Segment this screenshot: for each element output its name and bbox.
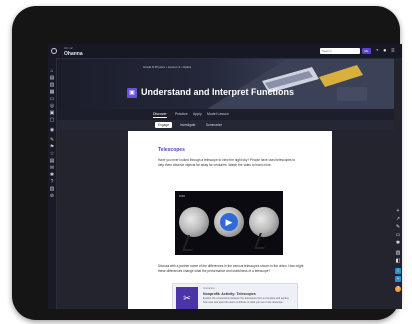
- tablet-frame: CK-12 Ohanna Search ML ◔ ● ≡ ⌂ ▤ ▥ ▦ ▭ ◎…: [12, 6, 402, 320]
- calendar-icon[interactable]: ▤: [49, 158, 55, 164]
- left-rail: ⌂ ▤ ▥ ▦ ▭ ◎ ▣ ▢ ◉ ✎ ⚑ ☆ ▤ ✉ ✱ ? ▥ ⊘: [48, 58, 57, 309]
- lesson-tabs: Discover Practice Apply Model Lesson: [57, 109, 394, 120]
- tools-icon[interactable]: ✱: [395, 240, 401, 246]
- page-title: Understand and Interpret Functions: [141, 87, 295, 97]
- intro-paragraph: Have you ever looked through a telescope…: [158, 158, 296, 167]
- card-description: Explore the connections between the tele…: [203, 297, 290, 304]
- tab-investigate[interactable]: Investigate: [177, 122, 198, 128]
- right-rail: + ↗ ✎ ▭ ✱ ▥ ◧ i ▪ ?: [394, 58, 402, 309]
- pencil-icon[interactable]: ✎: [49, 137, 55, 143]
- chart-icon[interactable]: ▦: [49, 89, 55, 95]
- highlight-icon[interactable]: ✎: [395, 224, 401, 230]
- share-icon[interactable]: ◧: [395, 258, 401, 264]
- logo-icon[interactable]: [51, 48, 57, 54]
- lesson-document: Telescopes Have you ever looked through …: [128, 131, 332, 309]
- hero-banner: Grade 8 Physics • Lesson 3 • Optics ▣ Un…: [57, 59, 394, 109]
- tab-practice[interactable]: Practice: [175, 111, 188, 117]
- breadcrumb[interactable]: Grade 8 Physics • Lesson 3 • Optics: [143, 65, 191, 69]
- star-icon[interactable]: ☆: [49, 151, 55, 157]
- grid-icon[interactable]: ▣: [49, 110, 55, 116]
- content-tabs: Engage Investigate Summarize: [57, 120, 394, 130]
- link-icon[interactable]: ⊘: [49, 193, 55, 199]
- video-time: 0:00: [179, 194, 185, 198]
- clipboard-icon[interactable]: ▢: [49, 117, 55, 123]
- folder-icon[interactable]: ▭: [49, 96, 55, 102]
- user-icon[interactable]: ●: [383, 47, 387, 55]
- users-icon[interactable]: ◎: [49, 103, 55, 109]
- telescope-1: [182, 235, 198, 251]
- tab-summarize[interactable]: Summarize: [203, 122, 225, 128]
- flag-icon[interactable]: ⚑: [49, 144, 55, 150]
- tab-model-lesson[interactable]: Model Lesson: [207, 111, 229, 117]
- help-bubble-icon[interactable]: ?: [395, 286, 401, 292]
- app-screen: CK-12 Ohanna Search ML ◔ ● ≡ ⌂ ▤ ▥ ▦ ▭ ◎…: [48, 44, 402, 309]
- brand-name: Ohanna: [64, 51, 83, 57]
- card-kicker: Interactive: [203, 287, 215, 290]
- menu-icon[interactable]: ≡: [391, 47, 395, 55]
- message-icon[interactable]: ✉: [49, 165, 55, 171]
- bookmark-icon-right[interactable]: ▥: [395, 250, 401, 256]
- search-input[interactable]: Search: [320, 48, 360, 54]
- info-icon[interactable]: i: [395, 268, 401, 274]
- brand[interactable]: CK-12 Ohanna: [64, 45, 83, 57]
- bell-icon[interactable]: ◔: [375, 47, 379, 55]
- top-bar: CK-12 Ohanna Search ML ◔ ● ≡: [48, 44, 402, 59]
- scissors-icon: ✂: [176, 287, 198, 309]
- section-heading: Telescopes: [158, 147, 185, 153]
- chat-icon[interactable]: ▪: [395, 276, 401, 282]
- help-icon[interactable]: ?: [49, 179, 55, 185]
- moon-image-1: [179, 207, 209, 237]
- user-badge[interactable]: ML: [362, 48, 371, 54]
- tab-discover[interactable]: Discover: [153, 111, 167, 118]
- satellite-illustration: [207, 59, 394, 109]
- settings-icon[interactable]: ✱: [49, 172, 55, 178]
- book-icon[interactable]: ▤: [49, 75, 55, 81]
- activity-card[interactable]: ✂ Interactive Nonprofit: Activity: Teles…: [172, 283, 298, 309]
- tab-engage[interactable]: Engage: [155, 122, 172, 128]
- print-icon[interactable]: ▥: [49, 186, 55, 192]
- card-title[interactable]: Nonprofit: Activity: Telescopes: [203, 292, 256, 296]
- home-icon[interactable]: ⌂: [49, 68, 55, 74]
- pin-icon[interactable]: ↗: [395, 216, 401, 222]
- globe-icon[interactable]: ◉: [49, 127, 55, 133]
- play-icon[interactable]: ▶: [220, 213, 238, 231]
- plus-icon[interactable]: +: [395, 208, 401, 214]
- lesson-icon: ▣: [127, 88, 137, 98]
- tab-apply[interactable]: Apply: [193, 111, 202, 117]
- note-icon[interactable]: ▭: [395, 232, 401, 238]
- bookmark-icon[interactable]: ▥: [49, 82, 55, 88]
- discussion-question: Discuss with a partner some of the diffe…: [158, 264, 304, 273]
- video-player[interactable]: 0:00 ▶: [175, 191, 283, 255]
